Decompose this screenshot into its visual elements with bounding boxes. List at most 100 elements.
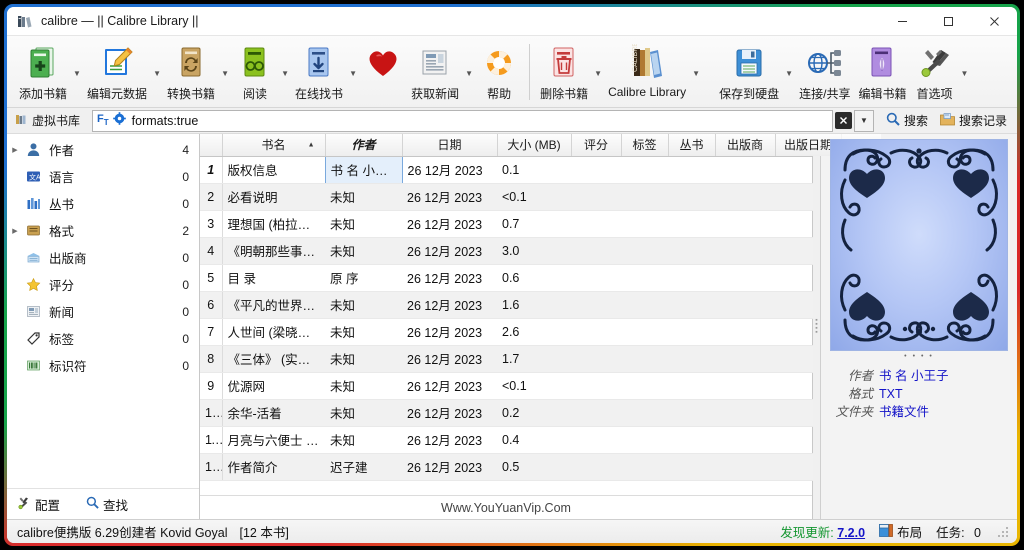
cell-date[interactable]: 26 12月 2023: [402, 156, 497, 184]
toolbar-read-dropdown[interactable]: ▼: [279, 40, 291, 106]
toolbar-add-books[interactable]: 添加书籍: [15, 40, 71, 108]
sidebar-item-authors[interactable]: ▶ 作者 4: [7, 136, 199, 163]
cell-date[interactable]: 26 12月 2023: [402, 345, 497, 373]
cell-author[interactable]: 未知: [325, 318, 402, 346]
panel-splitter[interactable]: ▪ ▪ ▪ ▪: [813, 134, 821, 519]
table-row[interactable]: 4 《明朝那些事儿... 未知 26 12月 2023 3.0: [200, 237, 881, 265]
maximize-button[interactable]: [925, 7, 971, 35]
cell-size[interactable]: 0.5: [497, 453, 571, 481]
cell-tags[interactable]: [621, 291, 668, 319]
cell-series[interactable]: [668, 372, 715, 400]
resize-grip-icon[interactable]: [997, 525, 1009, 538]
cell-rating[interactable]: [571, 237, 621, 265]
cell-size[interactable]: 0.1: [497, 156, 571, 184]
metadata-value-author[interactable]: 书 名 小王子: [879, 367, 948, 385]
cell-publisher[interactable]: [715, 372, 775, 400]
table-row[interactable]: 11 月亮与六便士 (... 未知 26 12月 2023 0.4: [200, 426, 881, 454]
close-button[interactable]: [971, 7, 1017, 35]
cell-series[interactable]: [668, 183, 715, 211]
expand-arrow-icon[interactable]: ▶: [7, 227, 23, 235]
cell-tags[interactable]: [621, 399, 668, 427]
cell-tags[interactable]: [621, 210, 668, 238]
sidebar-item-languages[interactable]: 文A 语言 0: [7, 163, 199, 190]
header-title[interactable]: 书名 ▲: [222, 134, 326, 157]
cell-tags[interactable]: [621, 264, 668, 292]
search-dropdown-button[interactable]: ▼: [853, 109, 874, 132]
toolbar-preferences-dropdown[interactable]: ▼: [959, 40, 971, 106]
cell-title[interactable]: 理想国 (柏拉图 (...: [222, 210, 325, 238]
cell-rating[interactable]: [571, 453, 621, 481]
cell-title[interactable]: 月亮与六便士 (...: [222, 426, 325, 454]
toolbar-edit-metadata-dropdown[interactable]: ▼: [151, 40, 163, 106]
cell-title[interactable]: 目 录: [222, 264, 325, 292]
table-row[interactable]: 12 作者简介 迟子建 26 12月 2023 0.5: [200, 453, 881, 481]
table-row[interactable]: 1 版权信息 书 名 小王子 26 12月 2023 0.1: [200, 155, 881, 184]
toolbar-get-books-dropdown[interactable]: ▼: [347, 40, 359, 106]
header-tags[interactable]: 标签: [621, 134, 669, 157]
cell-publisher[interactable]: [715, 237, 775, 265]
cell-author[interactable]: 未知: [325, 183, 402, 211]
metadata-value-folder[interactable]: 书籍文件: [879, 403, 929, 421]
cell-author[interactable]: 未知: [325, 345, 402, 373]
cell-rating[interactable]: [571, 318, 621, 346]
toolbar-add-books-dropdown[interactable]: ▼: [71, 40, 83, 106]
cell-tags[interactable]: [621, 318, 668, 346]
cell-title[interactable]: 《三体》 (实体...: [222, 345, 325, 373]
cell-size[interactable]: 0.4: [497, 426, 571, 454]
cell-rating[interactable]: [571, 372, 621, 400]
cell-date[interactable]: 26 12月 2023: [402, 291, 497, 319]
header-publisher[interactable]: 出版商: [715, 134, 776, 157]
cell-tags[interactable]: [621, 453, 668, 481]
clear-search-button[interactable]: [834, 112, 852, 129]
toolbar-fetch-news[interactable]: 获取新闻: [407, 40, 463, 108]
jobs-indicator[interactable]: 任务: 0: [936, 522, 981, 541]
metadata-value-format[interactable]: TXT: [879, 385, 903, 403]
sidebar-item-news[interactable]: 新闻 0: [7, 298, 199, 325]
search-button[interactable]: 搜索: [880, 110, 934, 131]
cell-author[interactable]: 未知: [325, 210, 402, 238]
header-date[interactable]: 日期: [402, 134, 498, 157]
cell-author[interactable]: 未知: [325, 237, 402, 265]
cell-publisher[interactable]: [715, 399, 775, 427]
table-row[interactable]: 6 《平凡的世界》 ... 未知 26 12月 2023 1.6: [200, 291, 881, 319]
cell-series[interactable]: [668, 453, 715, 481]
cell-date[interactable]: 26 12月 2023: [402, 183, 497, 211]
cell-publisher[interactable]: [715, 345, 775, 373]
table-row[interactable]: 3 理想国 (柏拉图 (... 未知 26 12月 2023 0.7: [200, 210, 881, 238]
header-rating[interactable]: 评分: [571, 134, 622, 157]
cell-series[interactable]: [668, 426, 715, 454]
toolbar-read[interactable]: 阅读: [231, 40, 279, 108]
sidebar-item-series[interactable]: 丛书 0: [7, 190, 199, 217]
cell-date[interactable]: 26 12月 2023: [402, 426, 497, 454]
search-history-button[interactable]: 搜索记录: [934, 110, 1013, 131]
cell-title[interactable]: 作者简介: [222, 453, 325, 481]
cell-author[interactable]: 未知: [325, 291, 402, 319]
virtual-library-button[interactable]: 虚拟书库: [11, 110, 86, 131]
cell-publisher[interactable]: [715, 264, 775, 292]
table-row[interactable]: 9 优源网 未知 26 12月 2023 <0.1: [200, 372, 881, 400]
cell-rating[interactable]: [571, 183, 621, 211]
cell-date[interactable]: 26 12月 2023: [402, 399, 497, 427]
cell-publisher[interactable]: [715, 156, 775, 184]
toolbar-library-dropdown[interactable]: ▼: [690, 40, 702, 106]
cell-series[interactable]: [668, 399, 715, 427]
cell-rating[interactable]: [571, 264, 621, 292]
cell-size[interactable]: 0.6: [497, 264, 571, 292]
cell-date[interactable]: 26 12月 2023: [402, 318, 497, 346]
gear-icon[interactable]: [112, 111, 126, 130]
cell-author[interactable]: 原 序: [325, 264, 402, 292]
header-series[interactable]: 丛书: [668, 134, 716, 157]
table-row[interactable]: 7 人世间 (梁晓声) ... 未知 26 12月 2023 2.6: [200, 318, 881, 346]
search-input[interactable]: FT formats:true: [92, 109, 833, 132]
toolbar-convert-dropdown[interactable]: ▼: [219, 40, 231, 106]
toolbar-convert-books[interactable]: 转换书籍: [163, 40, 219, 108]
cell-series[interactable]: [668, 237, 715, 265]
layout-button[interactable]: 布局: [879, 522, 922, 541]
toolbar-help[interactable]: 帮助: [475, 40, 523, 108]
cell-date[interactable]: 26 12月 2023: [402, 210, 497, 238]
cell-tags[interactable]: [621, 426, 668, 454]
update-notice[interactable]: 发现更新: 7.2.0: [780, 522, 865, 541]
cell-date[interactable]: 26 12月 2023: [402, 372, 497, 400]
cell-size[interactable]: 0.2: [497, 399, 571, 427]
table-row[interactable]: 5 目 录 原 序 26 12月 2023 0.6: [200, 264, 881, 292]
